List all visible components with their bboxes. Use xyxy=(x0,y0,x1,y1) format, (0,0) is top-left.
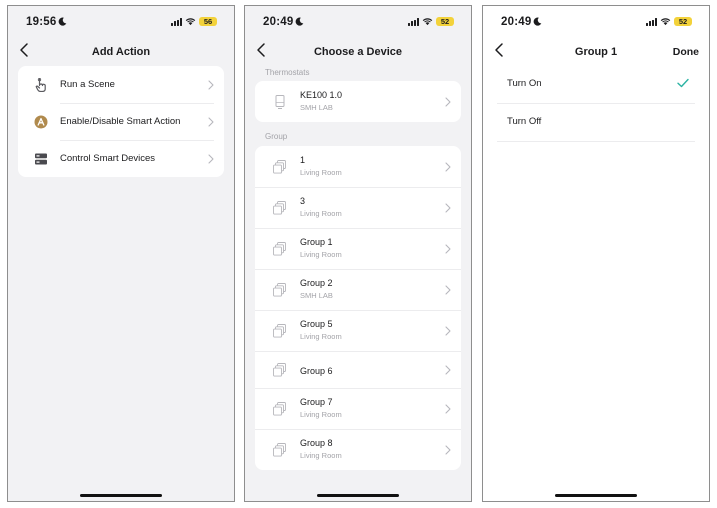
nav-bar: Add Action xyxy=(8,38,234,66)
group-name: 1 xyxy=(300,155,306,165)
chevron-right-icon xyxy=(445,243,451,254)
thermostat-icon xyxy=(275,94,285,109)
device-room: SMH LAB xyxy=(300,103,333,112)
option-label: Turn Off xyxy=(507,116,542,127)
option-turn-on[interactable]: Turn On xyxy=(497,66,695,104)
section-label-group: Group xyxy=(265,132,288,141)
wifi-icon xyxy=(660,18,671,26)
group-room: Living Room xyxy=(300,410,342,419)
group-name: Group 5 xyxy=(300,319,333,329)
group-icon xyxy=(273,200,286,215)
add-action-screen: 19:56 56 Add Action Run a Scene Enable/D… xyxy=(7,5,235,502)
divider xyxy=(497,141,695,142)
group-icon xyxy=(273,442,286,457)
run-scene-item[interactable]: Run a Scene xyxy=(18,66,224,103)
nav-bar: Choose a Device xyxy=(245,38,471,66)
group-row[interactable]: Group 6 xyxy=(255,351,461,388)
group-row[interactable]: 3 Living Room xyxy=(255,187,461,228)
home-indicator xyxy=(317,494,399,497)
wifi-icon xyxy=(185,18,196,26)
group-row[interactable]: Group 1 Living Room xyxy=(255,228,461,269)
group-name: Group 1 xyxy=(300,237,333,247)
battery-indicator: 56 xyxy=(199,17,217,26)
cellular-signal-icon xyxy=(408,17,419,26)
status-time: 19:56 xyxy=(26,16,67,28)
chevron-right-icon xyxy=(208,116,214,127)
chevron-right-icon xyxy=(445,96,451,107)
group-row[interactable]: Group 8 Living Room xyxy=(255,429,461,470)
home-indicator xyxy=(555,494,637,497)
smart-action-icon xyxy=(34,115,48,128)
chevron-right-icon xyxy=(445,325,451,336)
page-title: Choose a Device xyxy=(313,46,403,58)
group-name: Group 7 xyxy=(300,397,333,407)
device-name: KE100 1.0 xyxy=(300,90,343,100)
group-row[interactable]: Group 7 Living Room xyxy=(255,388,461,429)
moon-icon xyxy=(534,17,542,26)
home-indicator xyxy=(80,494,162,497)
choose-device-screen: 20:49 52 Choose a Device Thermostats KE1… xyxy=(244,5,472,502)
group-icon xyxy=(273,241,286,256)
scene-hand-icon xyxy=(35,77,46,92)
group-room: Living Room xyxy=(300,451,342,460)
group-room: Living Room xyxy=(300,209,342,218)
checkmark-icon xyxy=(677,78,689,88)
moon-icon xyxy=(59,17,67,26)
group-icon xyxy=(273,323,286,338)
cellular-signal-icon xyxy=(646,17,657,26)
page-title: Add Action xyxy=(91,46,151,58)
chevron-right-icon xyxy=(208,153,214,164)
group-icon xyxy=(273,159,286,174)
group-icon xyxy=(273,282,286,297)
cellular-signal-icon xyxy=(171,17,182,26)
group-room: Living Room xyxy=(300,168,342,177)
action-list: Run a Scene Enable/Disable Smart Action … xyxy=(18,66,224,177)
smart-devices-icon xyxy=(35,153,47,164)
group-name: Group 8 xyxy=(300,438,333,448)
chevron-right-icon xyxy=(445,364,451,375)
status-bar: 19:56 56 xyxy=(8,6,234,36)
chevron-right-icon xyxy=(445,161,451,172)
chevron-right-icon xyxy=(445,403,451,414)
group-icon xyxy=(273,362,286,377)
group-name: Group 2 xyxy=(300,278,333,288)
chevron-right-icon xyxy=(445,444,451,455)
group-room: Living Room xyxy=(300,332,342,341)
control-devices-item[interactable]: Control Smart Devices xyxy=(18,140,224,177)
status-time: 20:49 xyxy=(501,16,542,28)
section-label-thermostats: Thermostats xyxy=(265,68,310,77)
group-name: 3 xyxy=(300,196,306,206)
group-name: Group 6 xyxy=(300,366,333,376)
run-scene-label: Run a Scene xyxy=(60,79,115,90)
control-devices-label: Control Smart Devices xyxy=(60,153,156,164)
group-row[interactable]: Group 2 SMH LAB xyxy=(255,269,461,310)
group-icon xyxy=(273,401,286,416)
chevron-right-icon xyxy=(445,284,451,295)
done-button[interactable]: Done xyxy=(673,46,699,58)
group-row[interactable]: Group 5 Living Room xyxy=(255,310,461,351)
chevron-right-icon xyxy=(445,202,451,213)
nav-bar: Group 1 Done xyxy=(483,38,709,66)
group-row[interactable]: 1 Living Room xyxy=(255,146,461,187)
option-label: Turn On xyxy=(507,78,542,89)
status-bar: 20:49 52 xyxy=(483,6,709,36)
thermostat-list: KE100 1.0 SMH LAB xyxy=(255,81,461,122)
group-room: Living Room xyxy=(300,250,342,259)
battery-indicator: 52 xyxy=(436,17,454,26)
smart-action-label: Enable/Disable Smart Action xyxy=(60,116,181,127)
chevron-right-icon xyxy=(208,79,214,90)
status-time: 20:49 xyxy=(263,16,304,28)
smart-action-item[interactable]: Enable/Disable Smart Action xyxy=(18,103,224,140)
group-action-screen: 20:49 52 Group 1 Done Turn On Turn Off xyxy=(482,5,710,502)
device-row[interactable]: KE100 1.0 SMH LAB xyxy=(255,81,461,122)
option-turn-off[interactable]: Turn Off xyxy=(497,104,695,142)
group-room: SMH LAB xyxy=(300,291,333,300)
battery-indicator: 52 xyxy=(674,17,692,26)
wifi-icon xyxy=(422,18,433,26)
moon-icon xyxy=(296,17,304,26)
group-list: 1 Living Room 3 Living Room Group 1 Living Ro… xyxy=(255,146,461,470)
status-bar: 20:49 52 xyxy=(245,6,471,36)
